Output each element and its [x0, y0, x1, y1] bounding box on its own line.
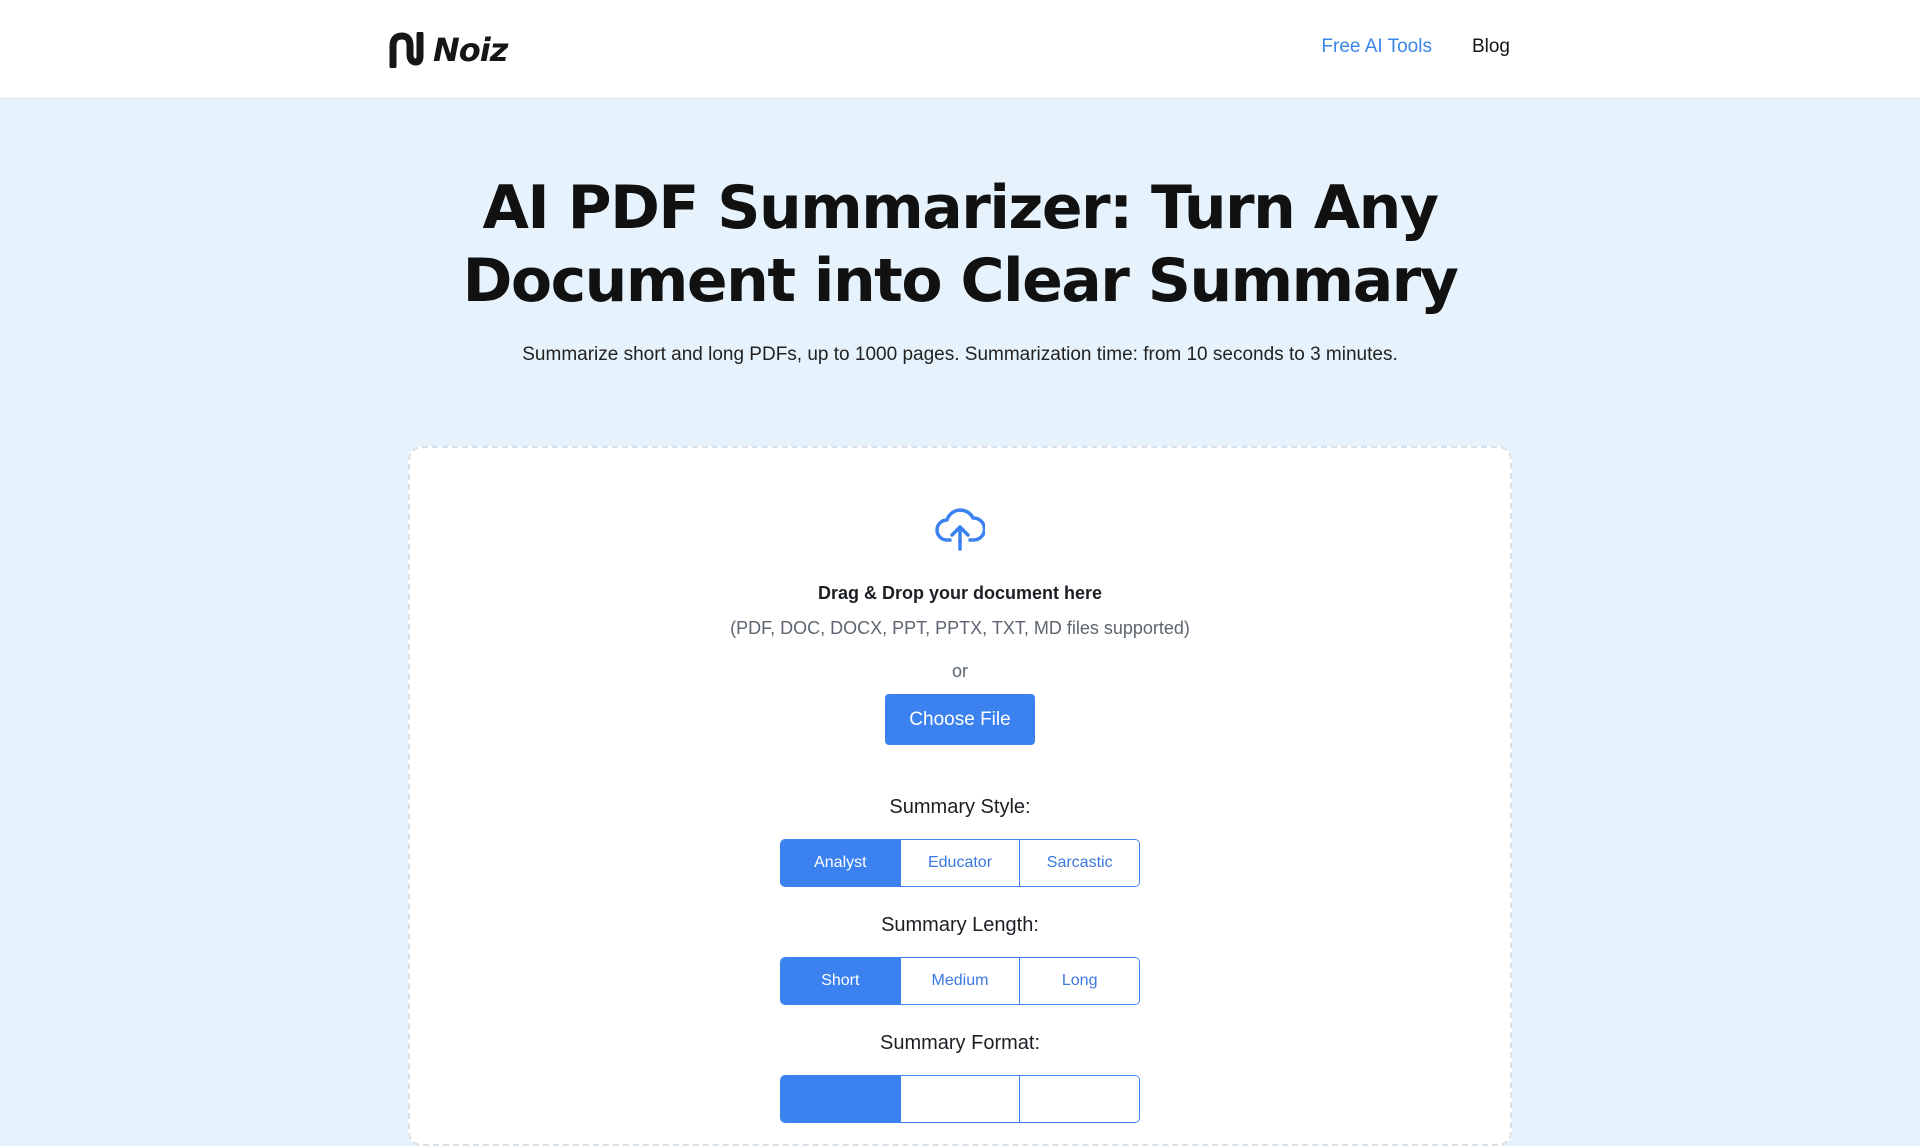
- length-option-medium[interactable]: Medium: [900, 958, 1021, 1004]
- page-title: AI PDF Summarizer: Turn Any Document int…: [462, 173, 1459, 316]
- site-header: Noiz Free AI Tools Blog: [0, 0, 1920, 99]
- logo[interactable]: Noiz: [389, 30, 508, 70]
- summary-length-selector: Short Medium Long: [780, 957, 1140, 1005]
- style-option-analyst[interactable]: Analyst: [781, 840, 901, 886]
- summary-format-selector: [780, 1075, 1140, 1123]
- format-option-2[interactable]: [900, 1076, 1021, 1122]
- dropzone-title: Drag & Drop your document here: [817, 583, 1103, 603]
- summary-format-label: Summary Format:: [879, 1032, 1041, 1054]
- format-option-1[interactable]: [781, 1076, 901, 1122]
- nav-free-ai-tools[interactable]: Free AI Tools: [1321, 36, 1432, 58]
- format-option-3[interactable]: [1020, 1076, 1139, 1122]
- main-nav: Free AI Tools Blog: [1321, 36, 1510, 58]
- logo-text: Noiz: [433, 31, 508, 69]
- supported-file-types: (PDF, DOC, DOCX, PPT, PPTX, TXT, MD file…: [730, 618, 1190, 638]
- style-option-educator[interactable]: Educator: [900, 840, 1021, 886]
- nav-blog[interactable]: Blog: [1472, 36, 1510, 58]
- style-option-sarcastic[interactable]: Sarcastic: [1020, 840, 1139, 886]
- summary-length-label: Summary Length:: [881, 914, 1039, 936]
- page-subtitle: Summarize short and long PDFs, up to 100…: [522, 344, 1398, 365]
- summary-style-label: Summary Style:: [889, 796, 1031, 818]
- length-option-short[interactable]: Short: [781, 958, 901, 1004]
- cloud-upload-icon: [935, 508, 985, 551]
- noiz-logo-icon: [389, 32, 424, 68]
- summary-style-selector: Analyst Educator Sarcastic: [780, 839, 1140, 887]
- choose-file-button[interactable]: Choose File: [885, 694, 1035, 745]
- dropzone-or: or: [951, 661, 968, 681]
- length-option-long[interactable]: Long: [1020, 958, 1139, 1004]
